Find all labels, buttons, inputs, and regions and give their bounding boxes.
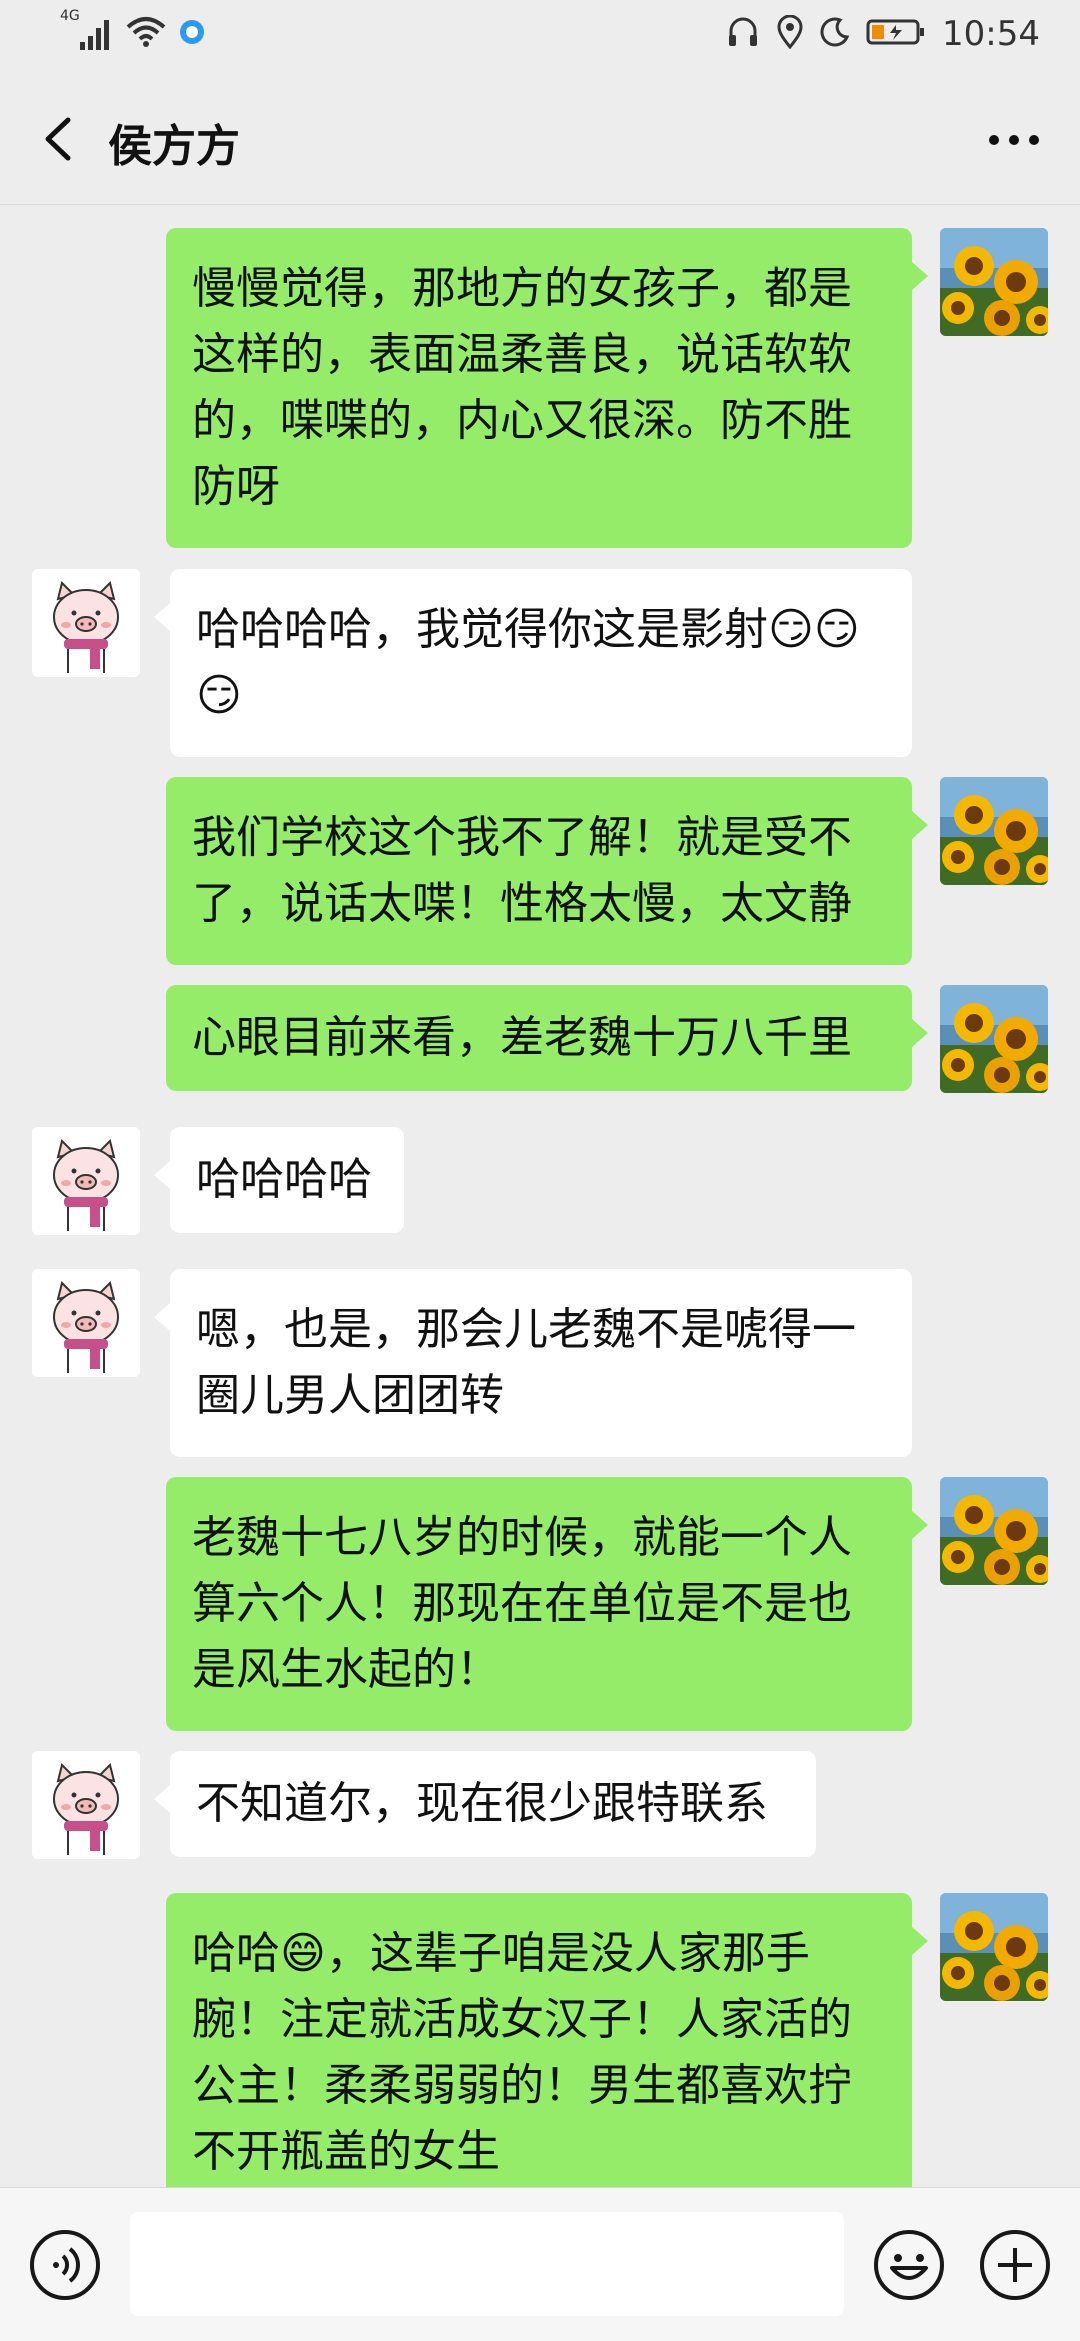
plus-icon — [980, 2230, 1050, 2300]
voice-icon — [30, 2230, 100, 2300]
status-bar: 4G 10:54 — [0, 0, 1080, 74]
message-row: 慢慢觉得，那地方的女孩子，都是 这样的，表面温柔善良，说话软软 的，喋喋的，内心… — [0, 228, 1080, 548]
my-avatar[interactable] — [940, 777, 1048, 885]
wifi-icon — [126, 15, 166, 53]
message-row: 嗯，也是，那会儿老魏不是唬得一 圈儿男人团团转 — [0, 1269, 1080, 1457]
message-row: 老魏十七八岁的时候，就能一个人 算六个人！那现在在单位是不是也 是风生水起的！ — [0, 1477, 1080, 1731]
contact-avatar[interactable] — [32, 1127, 140, 1235]
message-bubble[interactable]: 哈哈😄，这辈子咱是没人家那手 腕！注定就活成女汉子！人家活的 公主！柔柔弱弱的！… — [166, 1893, 928, 2187]
input-bar — [0, 2187, 1080, 2341]
emoji-button[interactable] — [872, 2228, 946, 2302]
smirk-emoji: 😏 — [813, 604, 860, 655]
message-bubble[interactable]: 我们学校这个我不了解！就是受不 了，说话太喋！性格太慢，太文静 — [166, 777, 928, 965]
message-row: 哈哈哈哈，我觉得你这是影射😏😏 😏 — [0, 569, 1080, 757]
contact-avatar[interactable] — [32, 1751, 140, 1859]
smirk-emoji: 😏 — [196, 670, 242, 721]
moon-icon — [820, 17, 850, 51]
message-list[interactable]: 慢慢觉得，那地方的女孩子，都是 这样的，表面温柔善良，说话软软 的，喋喋的，内心… — [0, 205, 1080, 2187]
message-row: 我们学校这个我不了解！就是受不 了，说话太喋！性格太慢，太文静 — [0, 777, 1080, 965]
message-bubble[interactable]: 心眼目前来看，差老魏十万八千里 — [166, 985, 928, 1091]
voice-button[interactable] — [28, 2228, 102, 2302]
headphones-icon — [726, 15, 760, 53]
grin-emoji: 😄 — [280, 1928, 326, 1979]
my-avatar[interactable] — [940, 985, 1048, 1093]
message-input[interactable] — [130, 2212, 844, 2316]
contact-avatar[interactable] — [32, 1269, 140, 1377]
contact-avatar[interactable] — [32, 569, 140, 677]
back-button[interactable] — [34, 112, 88, 166]
message-bubble[interactable]: 慢慢觉得，那地方的女孩子，都是 这样的，表面温柔善良，说话软软 的，喋喋的，内心… — [166, 228, 928, 548]
location-icon — [776, 14, 804, 53]
message-row: 不知道尔，现在很少跟特联系 — [0, 1751, 1080, 1863]
message-bubble[interactable]: 哈哈哈哈 — [154, 1127, 404, 1233]
message-row: 哈哈😄，这辈子咱是没人家那手 腕！注定就活成女汉子！人家活的 公主！柔柔弱弱的！… — [0, 1893, 1080, 2187]
signal-icon: 4G — [60, 8, 114, 54]
app-notification-icon — [178, 18, 206, 50]
message-bubble[interactable]: 不知道尔，现在很少跟特联系 — [154, 1751, 816, 1857]
message-bubble[interactable]: 哈哈哈哈，我觉得你这是影射😏😏 😏 — [154, 569, 912, 757]
my-avatar[interactable] — [940, 1893, 1048, 2001]
clock: 10:54 — [942, 14, 1040, 54]
more-dots-icon — [989, 135, 1039, 145]
my-avatar[interactable] — [940, 1477, 1048, 1585]
battery-icon — [866, 17, 926, 51]
message-text: 哈哈 — [192, 1928, 280, 1979]
more-functions-button[interactable] — [978, 2228, 1052, 2302]
chat-header: 侯方方 — [0, 74, 1080, 205]
message-bubble[interactable]: 嗯，也是，那会儿老魏不是唬得一 圈儿男人团团转 — [154, 1269, 912, 1457]
chevron-left-icon — [45, 117, 71, 161]
message-row: 心眼目前来看，差老魏十万八千里 — [0, 985, 1080, 1097]
message-text: 哈哈哈哈，我觉得你这是影射 — [196, 604, 768, 655]
message-bubble[interactable]: 老魏十七八岁的时候，就能一个人 算六个人！那现在在单位是不是也 是风生水起的！ — [166, 1477, 928, 1731]
smirk-emoji: 😏 — [768, 604, 814, 655]
emoji-icon — [874, 2230, 944, 2300]
more-button[interactable] — [982, 114, 1046, 166]
my-avatar[interactable] — [940, 228, 1048, 336]
message-row: 哈哈哈哈 — [0, 1127, 1080, 1239]
network-type: 4G — [60, 8, 80, 24]
contact-name: 侯方方 — [108, 121, 240, 172]
